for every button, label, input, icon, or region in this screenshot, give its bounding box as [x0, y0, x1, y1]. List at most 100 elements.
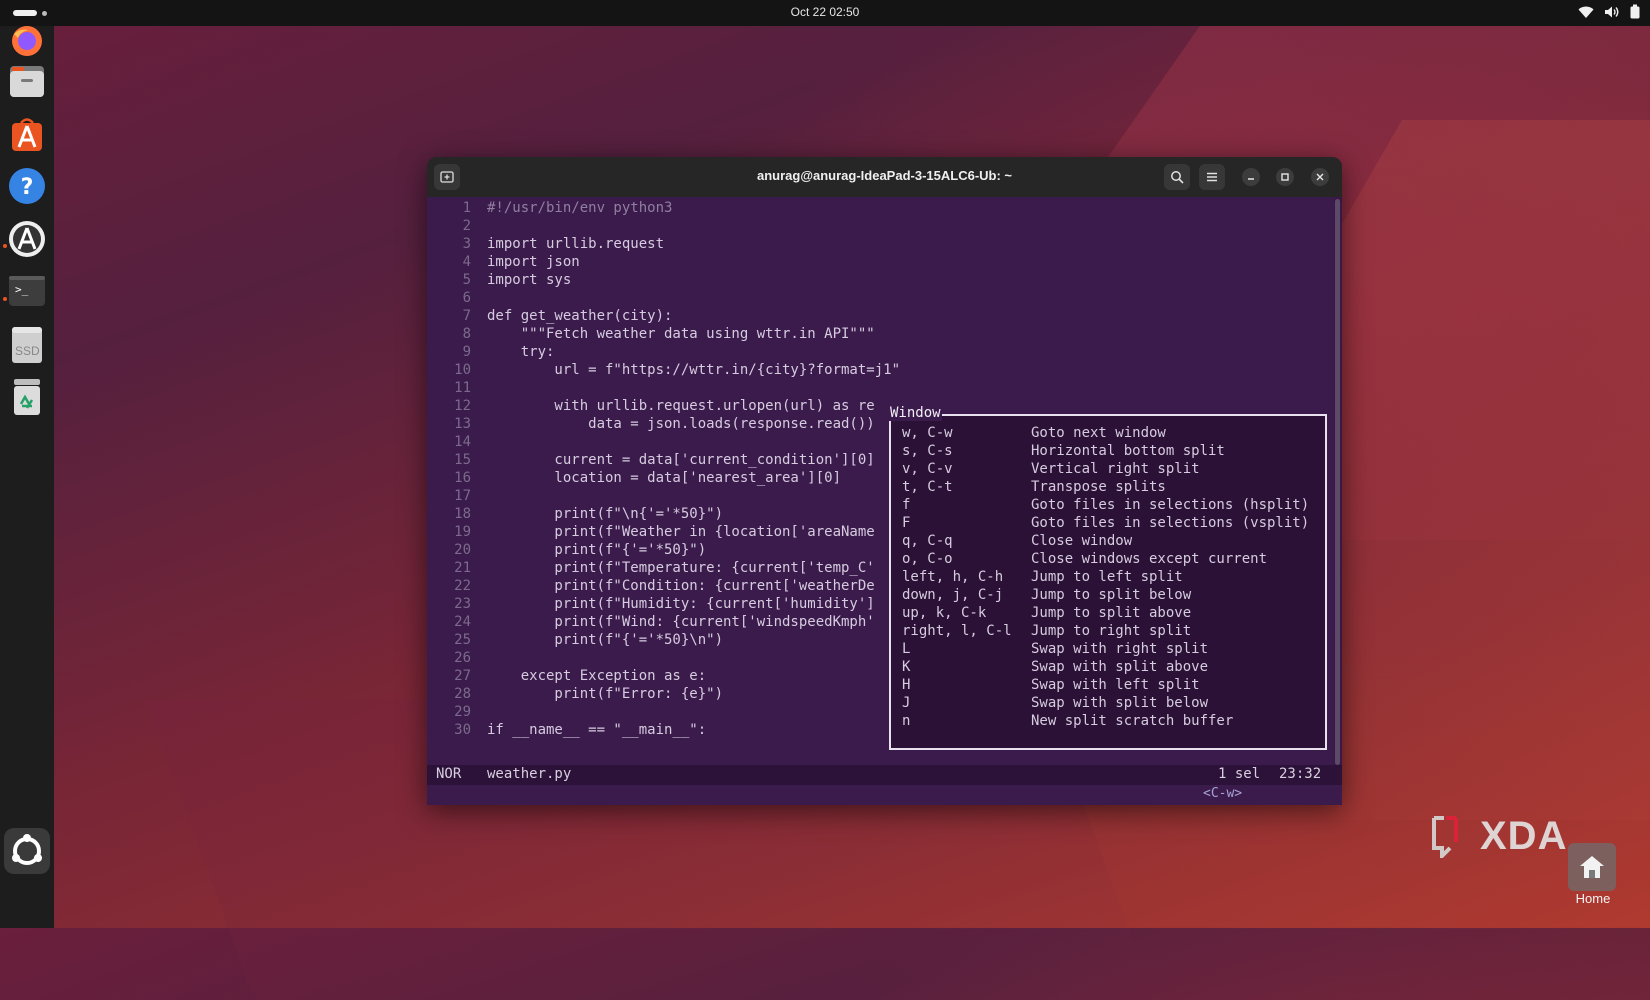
line-number: 4 [462, 254, 471, 270]
window-commands-popup: Window w, C-w Goto next window s, C-s Horiz… [889, 405, 1327, 750]
app-center-icon[interactable] [8, 115, 46, 153]
code-line[interactable]: print(f"Weather in {location['areaName [487, 524, 874, 540]
keybinding-key: up, k, C-k [902, 605, 987, 621]
window-titlebar[interactable]: anurag@anurag-IdeaPad-3-15ALC6-Ub: ~ [427, 157, 1342, 197]
line-number: 27 [454, 668, 471, 684]
close-button[interactable] [1311, 168, 1329, 186]
command-line[interactable]: <C-w> [427, 785, 1342, 805]
running-indicator [3, 244, 7, 248]
line-number: 9 [462, 344, 471, 360]
code-line[interactable]: """Fetch weather data using wttr.in API"… [487, 326, 875, 342]
keybinding-description: Jump to left split [1031, 569, 1183, 585]
search-icon [1171, 171, 1184, 184]
code-line[interactable]: data = json.loads(response.read()) [487, 416, 875, 432]
keybinding-description: Goto next window [1031, 425, 1166, 441]
code-line[interactable]: url = f"https://wttr.in/{city}?format=j1… [487, 362, 900, 378]
selection-count: 1 sel [1218, 766, 1261, 782]
code-line[interactable]: import sys [487, 272, 571, 288]
battery-icon[interactable] [1630, 4, 1640, 23]
trash-icon[interactable] [8, 378, 46, 416]
terminal-window: anurag@anurag-IdeaPad-3-15ALC6-Ub: ~ 1 #!… [427, 157, 1342, 805]
code-line[interactable]: print(f"{'='*50}") [487, 542, 706, 558]
code-line[interactable]: #!/usr/bin/env python3 [487, 200, 672, 216]
code-line[interactable]: except Exception as e: [487, 668, 706, 684]
line-number: 24 [454, 614, 471, 630]
cursor-position: 23:32 [1279, 766, 1322, 782]
firefox-icon[interactable] [8, 24, 46, 62]
scrollbar[interactable] [1335, 199, 1340, 765]
line-number: 7 [462, 308, 471, 324]
pending-keys: <C-w> [1203, 786, 1243, 801]
line-number: 28 [454, 686, 471, 702]
dock: ? >_ SSD [0, 26, 54, 928]
code-line[interactable]: print(f"Temperature: {current['temp_C' [487, 560, 874, 576]
volume-icon[interactable] [1604, 4, 1620, 23]
code-line[interactable]: location = data['nearest_area'][0] [487, 470, 841, 486]
line-number: 23 [454, 596, 471, 612]
keybinding-description: Swap with split below [1031, 695, 1209, 711]
line-number: 19 [454, 524, 471, 540]
keybinding-description: Jump to right split [1031, 623, 1192, 639]
close-icon [1316, 173, 1324, 181]
show-apps-icon[interactable] [4, 828, 50, 874]
line-number: 16 [454, 470, 471, 486]
code-line[interactable]: print(f"Error: {e}") [487, 686, 723, 702]
system-tray[interactable] [1578, 4, 1640, 22]
code-line[interactable]: print(f"Wind: {current['windspeedKmph' [487, 614, 874, 630]
code-line[interactable]: import json [487, 254, 580, 270]
code-line[interactable]: print(f"\n{'='*50}") [487, 506, 723, 522]
keybinding-key: f [902, 497, 911, 513]
clock[interactable]: Oct 22 02:50 [0, 5, 1650, 19]
line-number: 15 [454, 452, 471, 468]
keybinding-description: Transpose splits [1031, 479, 1166, 495]
keybinding-description: New split scratch buffer [1031, 713, 1234, 729]
keybinding-key: right, l, C-l [902, 623, 1012, 639]
keybinding-key: L [902, 641, 911, 657]
ssd-drive-icon[interactable]: SSD [8, 326, 46, 364]
keybinding-description: Goto files in selections (hsplit) [1031, 497, 1310, 513]
line-number: 25 [454, 632, 471, 648]
keybinding-key: J [902, 695, 911, 711]
code-line[interactable]: import urllib.request [487, 236, 664, 252]
line-number: 2 [462, 218, 471, 234]
code-line[interactable]: print(f"Condition: {current['weatherDe [487, 578, 874, 594]
search-button[interactable] [1164, 164, 1190, 190]
filename: weather.py [487, 766, 572, 782]
line-number: 18 [454, 506, 471, 522]
keybinding-key: t, C-t [902, 479, 953, 495]
keybinding-key: left, h, C-h [902, 569, 1004, 585]
code-line[interactable]: try: [487, 344, 555, 360]
keybinding-key: v, C-v [902, 461, 953, 477]
line-number: 17 [454, 488, 471, 504]
line-number: 6 [462, 290, 471, 306]
code-line[interactable]: with urllib.request.urlopen(url) as re [487, 398, 874, 414]
line-number: 13 [454, 416, 471, 432]
software-updater-icon[interactable] [8, 220, 46, 258]
help-icon[interactable]: ? [8, 167, 46, 205]
code-line[interactable]: current = data['current_condition'][0] [487, 452, 874, 468]
menu-button[interactable] [1199, 164, 1225, 190]
line-number: 12 [454, 398, 471, 414]
terminal-icon[interactable]: >_ [8, 272, 46, 310]
keybinding-key: w, C-w [902, 425, 953, 441]
keybinding-description: Jump to split above [1031, 605, 1192, 621]
keybinding-description: Goto files in selections (vsplit) [1031, 515, 1310, 531]
home-folder-icon[interactable] [1568, 843, 1616, 891]
maximize-button[interactable] [1276, 168, 1294, 186]
code-line[interactable]: print(f"Humidity: {current['humidity'] [487, 596, 874, 612]
wifi-icon[interactable] [1578, 4, 1594, 23]
keybinding-key: F [902, 515, 911, 531]
line-number: 20 [454, 542, 471, 558]
files-icon[interactable] [8, 62, 46, 100]
line-number: 22 [454, 578, 471, 594]
keybinding-key: down, j, C-j [902, 587, 1004, 603]
code-line[interactable]: print(f"{'='*50}\n") [487, 632, 723, 648]
keybinding-key: s, C-s [902, 443, 953, 459]
line-number: 3 [462, 236, 471, 252]
svg-text:>_: >_ [15, 283, 29, 296]
code-line[interactable]: def get_weather(city): [487, 308, 672, 324]
ssd-label: SSD [15, 344, 40, 358]
code-line[interactable]: if __name__ == "__main__": [487, 722, 706, 738]
minimize-button[interactable] [1242, 168, 1260, 186]
keybinding-key: n [902, 713, 911, 729]
